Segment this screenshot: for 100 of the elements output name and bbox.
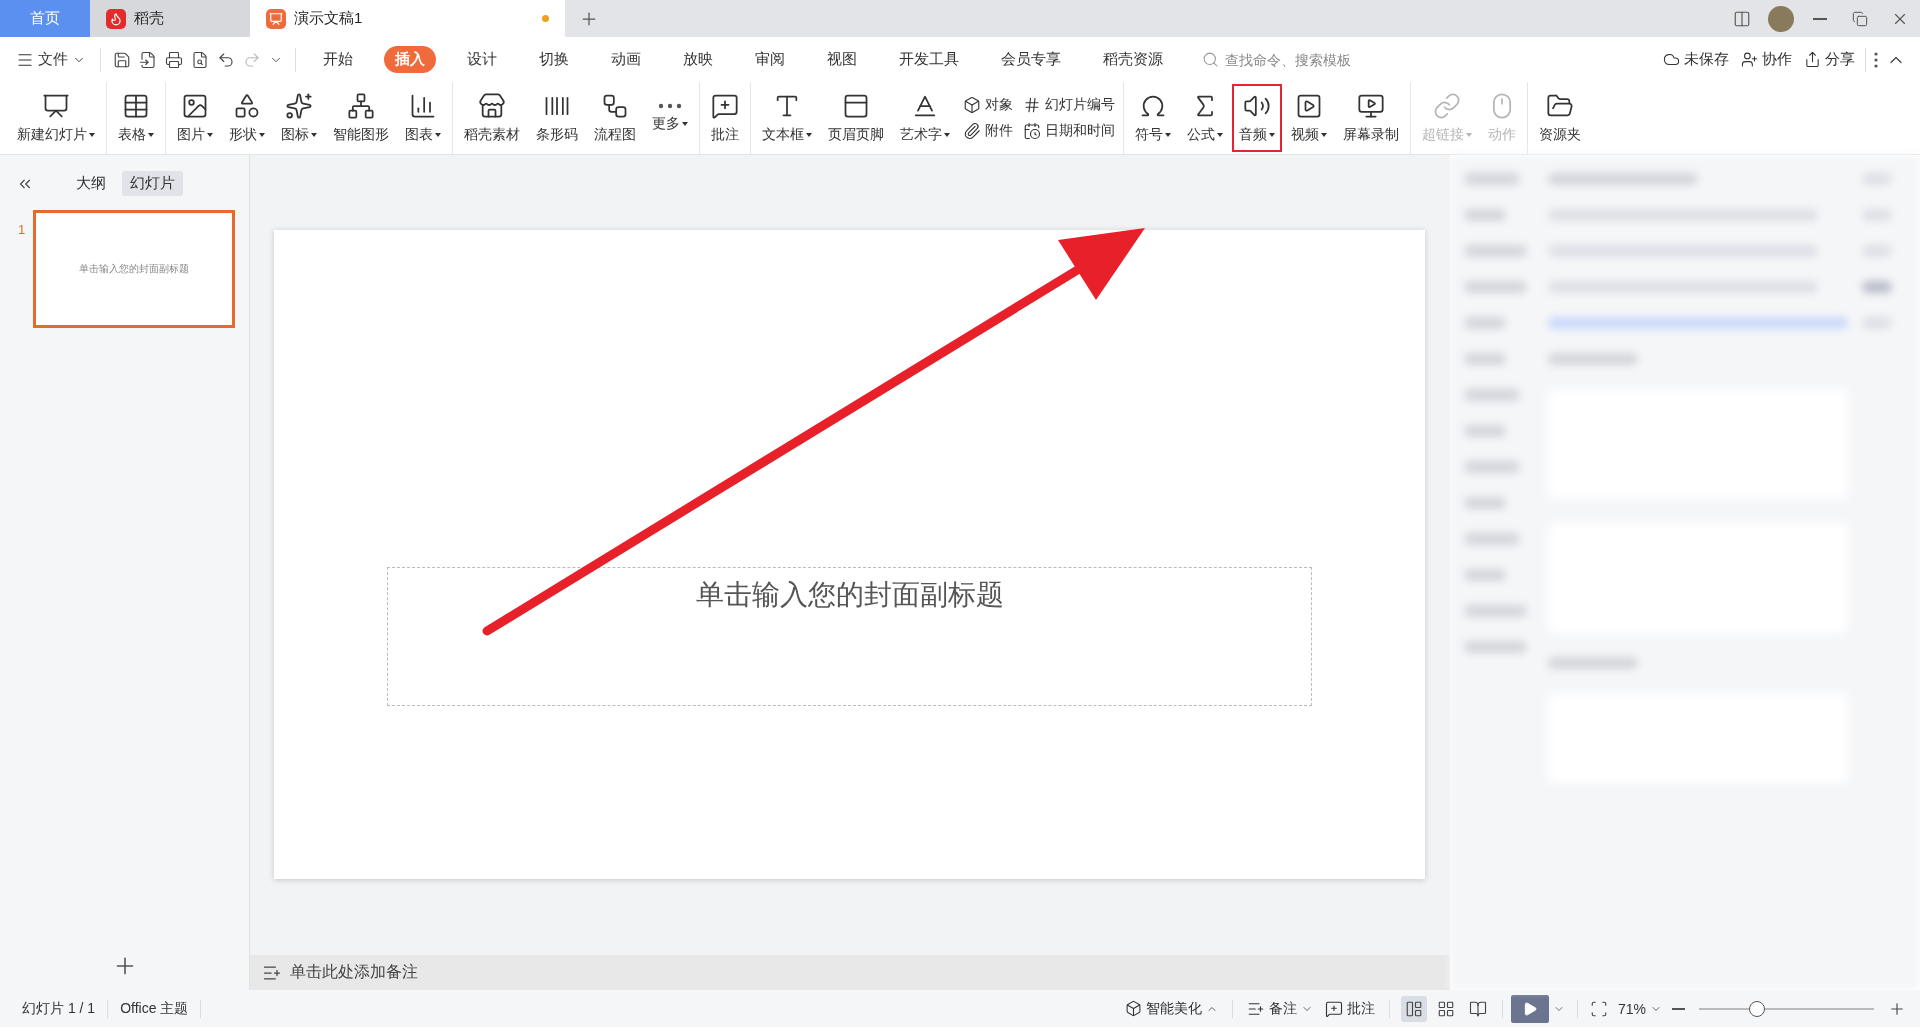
- panel-icon: [1733, 9, 1751, 28]
- ribbon-button[interactable]: 形状: [222, 84, 272, 152]
- undo-icon: [217, 50, 235, 69]
- fit-icon: [1589, 999, 1608, 1018]
- minus-icon: [1672, 1007, 1685, 1010]
- ribbon-tab[interactable]: 设计: [456, 46, 508, 73]
- reading-view-icon: [1468, 999, 1487, 1018]
- search-field[interactable]: 查找命令、搜索模板: [1223, 50, 1373, 69]
- subtitle-placeholder[interactable]: 单击输入您的封面副标题: [387, 567, 1312, 706]
- redo-icon: [243, 50, 261, 69]
- ribbon-button[interactable]: 附件: [963, 122, 1013, 140]
- share-icon: [1804, 51, 1821, 68]
- printer-icon: [165, 50, 183, 69]
- diagram-icon: [347, 92, 375, 120]
- notes-field[interactable]: 单击此处添加备注: [250, 955, 1450, 990]
- sparkles-icon: [285, 92, 313, 120]
- more-icon: [658, 103, 682, 109]
- slider-thumb[interactable]: [1748, 1000, 1765, 1017]
- theme-name: Office 主题: [119, 999, 190, 1018]
- pane-tab[interactable]: 大纲: [68, 171, 114, 196]
- ribbon-tab[interactable]: 开始: [312, 46, 364, 73]
- ribbon-button[interactable]: 文本框: [755, 84, 819, 152]
- pane-tab[interactable]: 幻灯片: [122, 171, 183, 196]
- ribbon-tab[interactable]: 开发工具: [888, 46, 970, 73]
- ribbon-button[interactable]: 音频: [1232, 84, 1282, 152]
- ribbon-tab[interactable]: 审阅: [744, 46, 796, 73]
- export-icon: [139, 50, 157, 69]
- slide-icon: [42, 92, 70, 120]
- ribbon-button[interactable]: 图标: [274, 84, 324, 152]
- monitor-icon: [1357, 92, 1385, 120]
- ribbon-button[interactable]: 表格: [111, 84, 161, 152]
- ribbon-button[interactable]: 屏幕录制: [1336, 84, 1406, 152]
- toolbar-button[interactable]: 协作: [1735, 46, 1798, 73]
- flowchart-icon: [601, 92, 629, 120]
- more-icon: [1874, 51, 1878, 68]
- comment-icon: [711, 92, 739, 120]
- toolbar-button[interactable]: 未保存: [1657, 46, 1735, 73]
- paperclip-icon: [963, 122, 981, 140]
- beautify-button[interactable]: 智能美化: [1118, 995, 1224, 1022]
- link-icon: [1433, 92, 1461, 120]
- preview-icon: [191, 50, 209, 69]
- search-icon: [1202, 51, 1219, 68]
- ribbon-button[interactable]: 符号: [1128, 84, 1178, 152]
- file-menu[interactable]: 文件: [10, 46, 92, 73]
- ribbon-button[interactable]: 智能图形: [326, 84, 396, 152]
- minimize-icon: [1813, 17, 1827, 20]
- grid-view-icon: [1436, 999, 1455, 1018]
- flame-logo-icon: [106, 8, 126, 29]
- slide-thumbnail[interactable]: 单击输入您的封面副标题: [33, 210, 236, 328]
- slide-counter: 幻灯片 1 / 1: [21, 999, 97, 1018]
- user-add-icon: [1741, 51, 1758, 68]
- ribbon-button[interactable]: 稻壳素材: [457, 84, 527, 152]
- presentation-logo-icon: [266, 8, 286, 29]
- ribbon-tab[interactable]: 放映: [672, 46, 724, 73]
- comment-icon: [1324, 999, 1343, 1018]
- ribbon-tab[interactable]: 切换: [528, 46, 580, 73]
- image-icon: [181, 92, 209, 120]
- ribbon-button[interactable]: 资源夹: [1532, 84, 1588, 152]
- ribbon-button[interactable]: 更多: [645, 84, 695, 152]
- ribbon-button[interactable]: 图片: [170, 84, 220, 152]
- ribbon-button[interactable]: 批注: [704, 84, 746, 152]
- ribbon-button[interactable]: 艺术字: [893, 84, 957, 152]
- ribbon-button[interactable]: 条形码: [529, 84, 585, 152]
- calendar-icon: [1023, 122, 1041, 140]
- normal-view-icon: [1404, 999, 1423, 1018]
- window-tab[interactable]: 演示文稿1: [250, 0, 565, 37]
- ribbon-button[interactable]: 幻灯片编号: [1023, 96, 1115, 114]
- ribbon-button[interactable]: 流程图: [587, 84, 643, 152]
- cube-icon: [963, 96, 981, 114]
- save-icon: [113, 50, 131, 69]
- header-icon: [842, 92, 870, 120]
- comments-button[interactable]: 批注: [1318, 995, 1381, 1022]
- slide-number: 1: [18, 222, 26, 237]
- toolbar-button[interactable]: 分享: [1798, 46, 1861, 73]
- zoom-dropdown[interactable]: 71%: [1611, 996, 1668, 1021]
- restore-icon: [1852, 10, 1868, 27]
- ribbon-tab[interactable]: 稻壳资源: [1092, 46, 1174, 73]
- video-icon: [1295, 92, 1323, 120]
- ribbon-button[interactable]: 日期和时间: [1023, 122, 1115, 140]
- shapes-icon: [233, 92, 261, 120]
- ribbon-tab[interactable]: 会员专享: [990, 46, 1072, 73]
- hash-icon: [1023, 96, 1041, 114]
- store-icon: [478, 92, 506, 120]
- ribbon-button[interactable]: 公式: [1180, 84, 1230, 152]
- avatar-icon[interactable]: [1768, 5, 1794, 32]
- ribbon-button[interactable]: 对象: [963, 96, 1013, 114]
- normal-view-button[interactable]: [1400, 995, 1427, 1022]
- ribbon-tab[interactable]: 动画: [600, 46, 652, 73]
- cube-icon: [1124, 1000, 1142, 1017]
- ribbon-button[interactable]: 页眉页脚: [821, 84, 891, 152]
- table-icon: [122, 92, 150, 120]
- ribbon-button[interactable]: 新建幻灯片: [10, 84, 102, 152]
- window-tab[interactable]: 稻壳: [90, 0, 250, 37]
- ribbon-button[interactable]: 视频: [1284, 84, 1334, 152]
- notes-button[interactable]: 备注: [1240, 995, 1319, 1022]
- cloud-icon: [1663, 51, 1680, 68]
- play-button[interactable]: [1510, 994, 1549, 1023]
- ribbon-tab[interactable]: 视图: [816, 46, 868, 73]
- ribbon-button[interactable]: 图表: [398, 84, 448, 152]
- bar-chart-icon: [409, 92, 437, 120]
